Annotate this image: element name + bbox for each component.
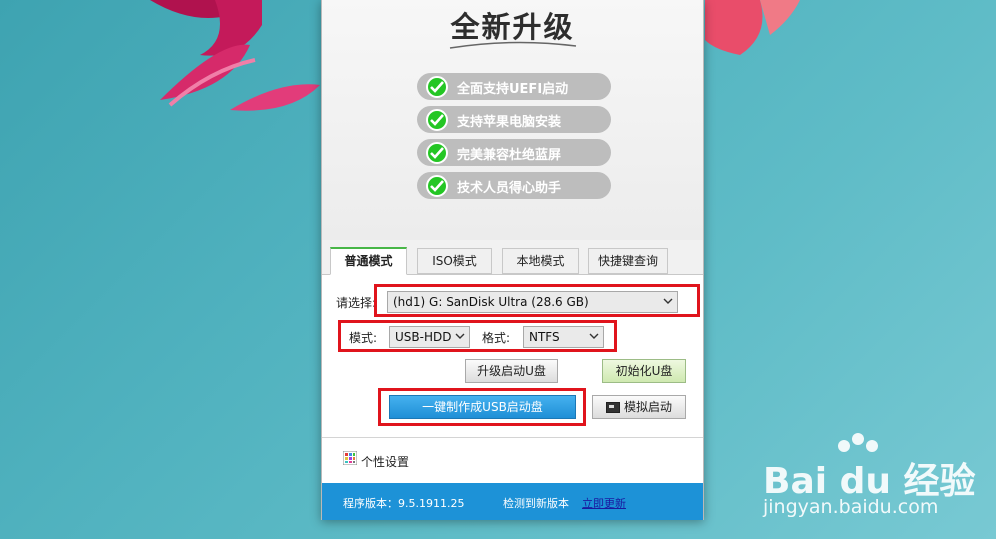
- highlight-box: [338, 320, 617, 352]
- tab-shortcut-query[interactable]: 快捷键查询: [588, 248, 668, 274]
- feature-text: 完美兼容杜绝蓝屏: [457, 148, 562, 163]
- update-now-link[interactable]: 立即更新: [582, 495, 626, 511]
- monitor-icon: [606, 402, 620, 413]
- feature-pill: 完美兼容杜绝蓝屏: [417, 139, 611, 166]
- promo-banner: 全新升级 全面支持UEFI启动 支持苹果电脑安装 完美兼容杜绝蓝屏 技术人员得心…: [322, 0, 703, 240]
- personal-settings-link[interactable]: 个性设置: [361, 453, 409, 470]
- feature-text: 支持苹果电脑安装: [457, 115, 562, 130]
- swoosh-decoration: [449, 41, 577, 49]
- new-version-notice: 检测到新版本: [503, 497, 569, 510]
- simulate-boot-button[interactable]: 模拟启动: [592, 395, 686, 419]
- check-icon: [426, 109, 448, 131]
- feature-pill: 全面支持UEFI启动: [417, 73, 611, 100]
- usb-boot-maker-window: 全新升级 全面支持UEFI启动 支持苹果电脑安装 完美兼容杜绝蓝屏 技术人员得心…: [321, 0, 704, 520]
- tab-normal-mode[interactable]: 普通模式: [330, 247, 407, 275]
- upgrade-usb-button[interactable]: 升级启动U盘: [465, 359, 558, 383]
- palette-grid-icon[interactable]: [343, 451, 357, 465]
- feature-text: 技术人员得心助手: [457, 181, 562, 196]
- watermark-site: jingyan.baidu.com: [763, 496, 939, 518]
- check-icon: [426, 76, 448, 98]
- program-version: 程序版本：9.5.1911.25: [343, 497, 465, 510]
- feature-text: 全面支持UEFI启动: [457, 82, 569, 97]
- simulate-boot-label: 模拟启动: [623, 400, 672, 414]
- check-icon: [426, 175, 448, 197]
- tab-local-mode[interactable]: 本地模式: [502, 248, 579, 274]
- highlight-box: [378, 388, 586, 426]
- feature-pill: 技术人员得心助手: [417, 172, 611, 199]
- device-select-label: 请选择:: [336, 296, 377, 310]
- highlight-box: [374, 284, 700, 317]
- tab-iso-mode[interactable]: ISO模式: [417, 248, 492, 274]
- status-bar: 程序版本：9.5.1911.25 检测到新版本 立即更新: [322, 483, 703, 520]
- feature-pill: 支持苹果电脑安装: [417, 106, 611, 133]
- check-icon: [426, 142, 448, 164]
- baidu-jingyan-watermark: Bai du 经验 jingyan.baidu.com: [760, 430, 990, 530]
- divider: [322, 437, 703, 438]
- init-usb-button[interactable]: 初始化U盘: [602, 359, 686, 383]
